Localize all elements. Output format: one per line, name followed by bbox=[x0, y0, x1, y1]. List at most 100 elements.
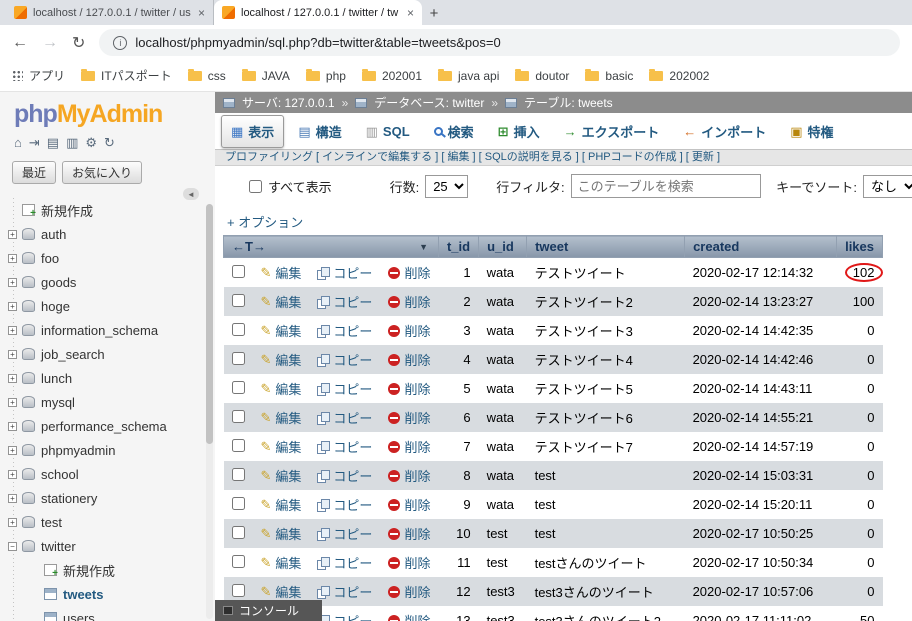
row-checkbox[interactable] bbox=[231, 554, 245, 568]
copy-link[interactable]: コピー bbox=[317, 263, 372, 282]
bookmark-item[interactable]: php bbox=[305, 67, 346, 84]
new-tab-button[interactable]: + bbox=[422, 1, 446, 25]
sidebar-scrollbar-thumb[interactable] bbox=[206, 204, 213, 444]
browser-tab-2[interactable]: localhost / 127.0.0.1 / twitter / tw × bbox=[214, 0, 422, 25]
copy-link[interactable]: コピー bbox=[317, 379, 372, 398]
delete-link[interactable]: 削除 bbox=[388, 611, 430, 621]
column-header-tweet[interactable]: tweet bbox=[526, 235, 686, 258]
copy-link[interactable]: コピー bbox=[317, 466, 372, 485]
panel-collapse-icon[interactable]: ◄ bbox=[183, 188, 199, 200]
row-checkbox[interactable] bbox=[231, 293, 245, 307]
bookmark-item[interactable]: ITパスポート bbox=[81, 67, 172, 84]
delete-link[interactable]: 削除 bbox=[388, 350, 430, 369]
tree-item-label[interactable]: 新規作成 bbox=[41, 201, 93, 220]
edit-link[interactable]: 編集 bbox=[261, 582, 301, 601]
apps-shortcut[interactable]: アプリ bbox=[12, 67, 65, 84]
breadcrumb-database[interactable]: データベース: twitter bbox=[374, 94, 484, 111]
sidebar-scrollbar[interactable] bbox=[206, 204, 213, 619]
bookmark-item[interactable]: java api bbox=[438, 67, 499, 84]
site-info-icon[interactable] bbox=[113, 35, 128, 50]
tab-close-icon[interactable]: × bbox=[198, 6, 205, 20]
row-checkbox[interactable] bbox=[231, 322, 245, 336]
delete-link[interactable]: 削除 bbox=[388, 466, 430, 485]
tree-item-label[interactable]: test bbox=[41, 515, 62, 530]
tree-item[interactable]: performance_schema bbox=[6, 414, 215, 438]
tree-item-label[interactable]: stationery bbox=[41, 491, 97, 506]
page-tab[interactable]: インポート bbox=[673, 115, 776, 148]
tree-item[interactable]: auth bbox=[6, 222, 215, 246]
page-tab[interactable]: 特権 bbox=[780, 115, 843, 148]
select-all-header[interactable]: ←T→ ▼ bbox=[223, 235, 439, 258]
mysql-docs-icon[interactable]: ▥ bbox=[66, 135, 78, 151]
column-header-u-id[interactable]: u_id bbox=[478, 235, 528, 258]
page-tab[interactable]: 挿入 bbox=[488, 115, 550, 148]
tree-item[interactable]: 新規作成 bbox=[28, 558, 215, 582]
expander-icon[interactable] bbox=[8, 325, 17, 335]
page-tab[interactable]: SQL bbox=[356, 117, 420, 146]
copy-link[interactable]: コピー bbox=[317, 553, 372, 572]
row-checkbox[interactable] bbox=[231, 583, 245, 597]
delete-link[interactable]: 削除 bbox=[388, 321, 430, 340]
page-tab[interactable]: エクスポート bbox=[554, 115, 670, 148]
home-icon[interactable]: ⌂ bbox=[14, 135, 22, 151]
row-checkbox[interactable] bbox=[231, 264, 245, 278]
expander-icon[interactable] bbox=[8, 301, 17, 311]
delete-link[interactable]: 削除 bbox=[388, 553, 430, 572]
table-filter-input[interactable] bbox=[570, 174, 761, 198]
edit-link[interactable]: 編集 bbox=[261, 466, 301, 485]
delete-link[interactable]: 削除 bbox=[388, 379, 430, 398]
edit-link[interactable]: 編集 bbox=[261, 379, 301, 398]
browser-tab-1[interactable]: localhost / 127.0.0.1 / twitter / us × bbox=[6, 0, 214, 25]
row-checkbox[interactable] bbox=[231, 525, 245, 539]
logout-icon[interactable]: ⇥ bbox=[29, 135, 40, 151]
edit-link[interactable]: 編集 bbox=[261, 437, 301, 456]
check-toggle-header-label[interactable]: ←T→ bbox=[232, 239, 266, 254]
edit-link[interactable]: 編集 bbox=[261, 321, 301, 340]
tree-item[interactable]: 新規作成 bbox=[6, 198, 215, 222]
expander-icon[interactable] bbox=[8, 253, 17, 263]
bookmark-item[interactable]: 202001 bbox=[361, 67, 422, 84]
edit-link[interactable]: 編集 bbox=[261, 350, 301, 369]
breadcrumb-server[interactable]: サーバ: 127.0.0.1 bbox=[242, 94, 335, 111]
tree-item-label[interactable]: foo bbox=[41, 251, 59, 266]
tree-item[interactable]: twitter bbox=[6, 534, 215, 558]
tree-item[interactable]: school bbox=[6, 462, 215, 486]
copy-link[interactable]: コピー bbox=[317, 524, 372, 543]
tree-item[interactable]: goods bbox=[6, 270, 215, 294]
tree-item[interactable]: hoge bbox=[6, 294, 215, 318]
delete-link[interactable]: 削除 bbox=[388, 408, 430, 427]
tree-item-label[interactable]: phpmyadmin bbox=[41, 443, 115, 458]
copy-link[interactable]: コピー bbox=[317, 495, 372, 514]
expander-icon[interactable] bbox=[8, 469, 17, 479]
address-bar[interactable]: localhost/phpmyadmin/sql.php?db=twitter&… bbox=[99, 29, 900, 56]
expander-icon[interactable] bbox=[8, 277, 17, 287]
column-header-t-id[interactable]: t_id bbox=[437, 235, 480, 258]
tree-item-label[interactable]: lunch bbox=[41, 371, 72, 386]
tree-item-label[interactable]: goods bbox=[41, 275, 76, 290]
expander-icon[interactable] bbox=[8, 517, 17, 527]
expander-icon[interactable] bbox=[8, 229, 17, 239]
reload-icon[interactable]: ↻ bbox=[72, 33, 85, 53]
edit-link[interactable]: 編集 bbox=[261, 524, 301, 543]
page-tab[interactable]: 表示 bbox=[221, 114, 285, 148]
copy-link[interactable]: コピー bbox=[317, 582, 372, 601]
tree-item[interactable]: users bbox=[28, 606, 215, 621]
expander-icon[interactable] bbox=[8, 541, 17, 551]
tree-item[interactable]: mysql bbox=[6, 390, 215, 414]
delete-link[interactable]: 削除 bbox=[388, 495, 430, 514]
copy-link[interactable]: コピー bbox=[317, 408, 372, 427]
tree-item-label[interactable]: job_search bbox=[41, 347, 105, 362]
tree-item[interactable]: information_schema bbox=[6, 318, 215, 342]
tree-item[interactable]: lunch bbox=[6, 366, 215, 390]
delete-link[interactable]: 削除 bbox=[388, 263, 430, 282]
copy-link[interactable]: コピー bbox=[317, 321, 372, 340]
edit-link[interactable]: 編集 bbox=[261, 553, 301, 572]
expander-icon[interactable] bbox=[8, 445, 17, 455]
tree-item-label[interactable]: 新規作成 bbox=[63, 561, 115, 580]
back-icon[interactable]: ← bbox=[12, 34, 28, 52]
row-checkbox[interactable] bbox=[231, 409, 245, 423]
delete-link[interactable]: 削除 bbox=[388, 524, 430, 543]
favorites-button[interactable]: お気に入り bbox=[62, 161, 143, 184]
tree-item[interactable]: job_search bbox=[6, 342, 215, 366]
reload-navigation-icon[interactable]: ↻ bbox=[104, 135, 115, 151]
